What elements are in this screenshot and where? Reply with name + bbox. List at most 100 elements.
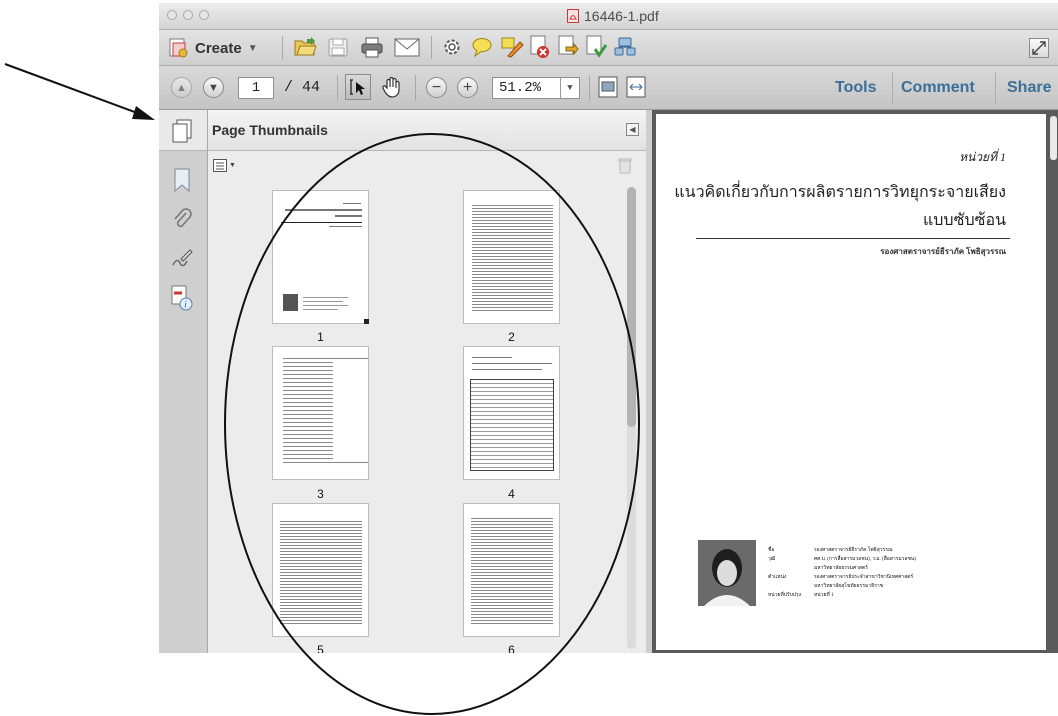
thumb-margin [464,626,559,636]
page-thumbnail-5[interactable] [272,503,369,637]
share-link[interactable]: Share [1007,79,1051,97]
thumb-margin [273,504,280,636]
combine-files-icon[interactable] [585,35,607,59]
fit-page-icon[interactable] [598,76,618,98]
info-row: มหาวิทยาลัยธรรมศาสตร์ [768,564,1008,573]
toolbar-divider [995,72,996,104]
page-number-label: 3 [317,487,324,501]
create-button-label: Create [195,39,242,57]
comment-bubble-icon[interactable] [471,37,493,57]
arrow-down-icon: ▼ [208,81,219,94]
toolbar-divider [892,72,893,104]
zoom-level-value: 51.2% [499,80,542,96]
full-width-icon[interactable] [626,76,646,98]
thumbnail-options-button[interactable]: ▼ [213,159,236,172]
page-thumbnail-2[interactable] [463,190,560,324]
document-scrollbar-thumb[interactable] [1050,116,1057,160]
info-value: หน่วยที่ 1 [814,593,834,598]
thumb-text-line [472,357,512,358]
pages-icon [172,119,192,143]
thumb-margin [464,504,471,636]
page-thumbnail-6[interactable] [463,503,560,637]
author-info-table: ชื่อ รองศาสตราจารย์ธีราภัค โพธิสุวรรณ วุ… [768,546,1008,600]
thumb-text-line [281,222,362,223]
thumb-text-line [303,301,343,302]
zoom-level-select[interactable]: 51.2% ▼ [492,77,580,99]
signature-pen-icon[interactable] [171,247,193,269]
thumb-margin [273,347,283,479]
next-page-button[interactable]: ▼ [203,77,224,98]
create-button[interactable]: Create ▼ [167,36,258,60]
page-number-label: 4 [508,487,515,501]
export-pdf-icon[interactable] [557,35,579,59]
page-thumbnails-tab[interactable] [159,110,207,151]
toolbar-divider [415,75,416,101]
thumb-margin [464,191,472,323]
share-network-icon[interactable] [613,36,637,58]
highlight-pen-icon[interactable] [500,36,524,58]
tools-link[interactable]: Tools [835,79,876,97]
page-thumbnail-1[interactable] [272,190,369,324]
collapse-panel-button[interactable]: ◀ [626,123,639,136]
zoom-out-button[interactable]: − [426,77,447,98]
info-key: ชื่อ [768,548,775,553]
minus-icon: − [431,78,442,96]
info-value: มหาวิทยาลัยสุโขทัยธรรมาธิราช [814,584,884,589]
thumb-margin [464,191,559,205]
info-key [768,564,802,573]
trash-icon[interactable] [618,157,632,174]
thumbnails-scrollbar-thumb[interactable] [627,187,636,427]
plus-icon: + [462,78,473,96]
comment-link[interactable]: Comment [901,79,975,97]
thumbnail-options-bar: ▼ [208,151,646,181]
document-info-icon[interactable]: i [170,285,194,311]
bookmark-icon[interactable] [172,168,192,192]
list-options-icon [213,159,227,172]
zoom-window-button[interactable] [199,10,209,20]
pdf-file-icon [567,9,579,23]
info-value: รองศาสตราจารย์ประจำสาขาวิชานิเทศศาสตร์ [814,575,914,580]
close-window-button[interactable] [167,10,177,20]
panel-header: Page Thumbnails ◀ [208,110,646,151]
print-icon[interactable] [360,36,384,58]
save-disk-icon[interactable] [327,37,349,58]
page-number-input[interactable] [238,77,274,99]
arrow-up-icon: ▲ [176,81,187,94]
page-thumbnail-3[interactable] [272,346,369,480]
fullscreen-button[interactable] [1029,38,1049,58]
thumb-resize-handle[interactable] [364,319,369,324]
gear-icon[interactable] [442,37,462,57]
thumb-margin [464,313,559,323]
info-row: หน่วยที่ปรับปรุง หน่วยที่ 1 [768,591,1008,600]
previous-page-button[interactable]: ▲ [171,77,192,98]
email-icon[interactable] [394,38,420,57]
paperclip-icon[interactable] [171,207,193,231]
chapter-heading-line2: แบบซับซ้อน [922,212,1006,229]
thumb-text-line [303,309,338,310]
open-folder-icon[interactable] [293,36,317,58]
navigation-pane-rail: i [159,110,208,653]
page-number-label: 1 [317,330,324,344]
thumb-margin [273,465,368,479]
thumb-text-line [472,363,552,364]
zoom-in-button[interactable]: + [457,77,478,98]
info-key: ตำแหน่ง [768,575,787,580]
toolbar-divider [589,75,590,101]
hand-tool-icon[interactable] [381,76,403,98]
thumb-margin [362,504,368,636]
window-title: 16446-1.pdf [567,8,659,24]
unit-label: หน่วยที่ 1 [959,150,1006,164]
select-tool-button[interactable] [345,74,371,100]
page-thumbnail-4[interactable] [463,346,560,480]
acrobat-window: 16446-1.pdf Create ▼ ▲ ▼ 1 / 44 − + 51.2… [159,3,1058,653]
thumb-margin [464,504,559,516]
thumbnails-scrollbar[interactable] [627,187,636,649]
chevron-down-icon: ▼ [560,78,579,98]
toolbar-divider [431,36,432,59]
info-row: ชื่อ รองศาสตราจารย์ธีราภัค โพธิสุวรรณ [768,546,1008,555]
expand-arrows-icon [1032,41,1046,55]
info-value: มหาวิทยาลัยธรรมศาสตร์ [814,566,868,571]
chapter-heading-line1: แนวคิดเกี่ยวกับการผลิตรายการวิทยุกระจายเ… [674,184,1006,201]
minimize-window-button[interactable] [183,10,193,20]
sign-document-icon[interactable] [529,35,551,59]
